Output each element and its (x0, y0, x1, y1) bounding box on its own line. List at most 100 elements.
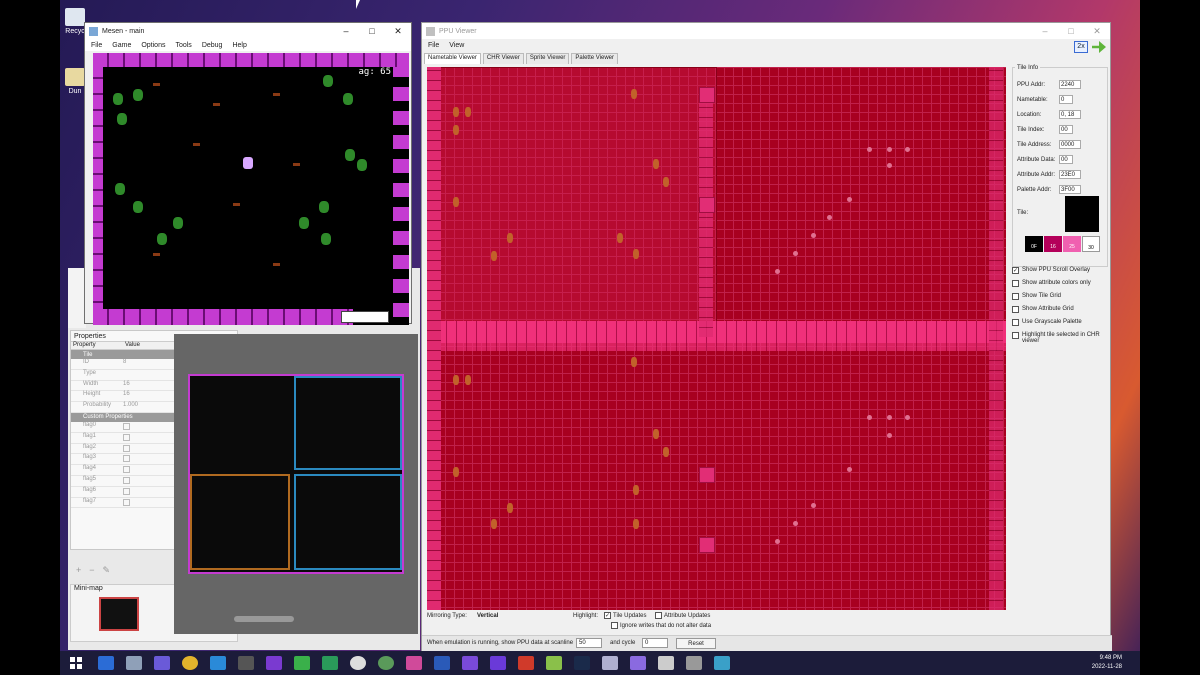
menu-view[interactable]: View (449, 42, 464, 49)
github-desktop-icon[interactable] (462, 656, 478, 670)
map-room-quadrant (294, 474, 402, 570)
flag-checkbox[interactable] (123, 422, 130, 430)
remove-property-icon[interactable]: − (89, 565, 94, 575)
checkbox[interactable] (1012, 306, 1019, 313)
mirroring-label: Mirroring Type: (427, 613, 467, 619)
game-wall (93, 53, 409, 67)
notepad-icon[interactable] (658, 656, 674, 670)
reset-button[interactable]: Reset (676, 638, 716, 649)
word-icon[interactable] (434, 656, 450, 670)
flag-checkbox[interactable] (123, 466, 130, 474)
mesen-title: Mesen - main (102, 27, 145, 35)
file-explorer-icon[interactable] (126, 656, 142, 670)
steam-icon[interactable] (350, 656, 366, 670)
flag-checkbox[interactable] (123, 498, 130, 506)
chrome-icon[interactable] (182, 656, 198, 670)
option-use-grayscale-palette[interactable]: Use Grayscale Palette (1012, 319, 1108, 332)
photos-icon[interactable] (714, 656, 730, 670)
calculator-icon[interactable] (686, 656, 702, 670)
letterbox-right (1140, 0, 1200, 675)
menu-debug[interactable]: Debug (202, 42, 223, 49)
menu-file[interactable]: File (428, 42, 439, 49)
edit-property-icon[interactable]: ✎ (103, 565, 111, 576)
checkbox[interactable] (1012, 319, 1019, 326)
add-property-icon[interactable]: + (76, 565, 81, 575)
menu-options[interactable]: Options (141, 42, 165, 49)
vscode-icon[interactable] (210, 656, 226, 670)
minimize-icon[interactable]: – (1032, 26, 1058, 37)
mirroring-value: Vertical (477, 613, 499, 619)
close-icon[interactable]: ✕ (1084, 26, 1110, 37)
maximize-icon[interactable]: □ (359, 26, 385, 37)
system-clock[interactable]: 9:48 PM 2022-11-28 (1092, 654, 1122, 672)
terminal-icon[interactable] (294, 656, 310, 670)
bush-sprite (323, 75, 333, 87)
excel-icon[interactable] (322, 656, 338, 670)
menu-game[interactable]: Game (112, 42, 131, 49)
flag-checkbox[interactable] (123, 444, 130, 452)
ppu-titlebar[interactable]: PPU Viewer – □ ✕ (422, 23, 1110, 39)
option-show-ppu-scroll-overlay[interactable]: ✓ Show PPU Scroll Overlay (1012, 267, 1108, 280)
checkbox[interactable] (655, 612, 662, 619)
bush-sprite (173, 217, 183, 229)
menu-help[interactable]: Help (232, 42, 246, 49)
chip-tool-icon[interactable] (238, 656, 254, 670)
outlook-icon[interactable] (98, 656, 114, 670)
teams-icon[interactable] (154, 656, 170, 670)
game-screen[interactable]: ag: 65 (93, 53, 409, 325)
windows-start-icon[interactable] (70, 657, 82, 669)
checkbox[interactable]: ✓ (1012, 267, 1019, 274)
sprout-tile (631, 357, 637, 367)
checkbox[interactable] (611, 622, 618, 629)
checkbox[interactable] (1012, 280, 1019, 287)
zoom-2x-button[interactable]: 2x (1074, 41, 1088, 53)
menu-file[interactable]: File (91, 42, 102, 49)
tab-palette-viewer[interactable]: Palette Viewer (571, 53, 618, 64)
bush-sprite (357, 159, 367, 171)
checkbox[interactable]: ✓ (604, 612, 611, 619)
scanline-input[interactable]: 50 (576, 638, 602, 648)
xbox-icon[interactable] (378, 656, 394, 670)
highlight-tile-updates[interactable]: ✓ Tile Updates (604, 612, 646, 619)
filezilla-icon[interactable] (518, 656, 534, 670)
sprout-tile (663, 177, 669, 187)
maximize-icon[interactable]: □ (1058, 26, 1084, 37)
option-show-tile-grid[interactable]: Show Tile Grid (1012, 293, 1108, 306)
visual-studio-preview-icon[interactable] (490, 656, 506, 670)
checkbox[interactable] (1012, 332, 1019, 339)
photoshop-icon[interactable] (574, 656, 590, 670)
app-icon[interactable] (630, 656, 646, 670)
option-highlight-chr-tile[interactable]: Highlight tile selected in CHR viewer (1012, 332, 1108, 352)
flag-checkbox[interactable] (123, 487, 130, 495)
clock-date: 2022-11-28 (1091, 664, 1122, 670)
tab-sprite-viewer[interactable]: Sprite Viewer (525, 53, 570, 64)
flag-checkbox[interactable] (123, 433, 130, 441)
tiled-icon[interactable] (546, 656, 562, 670)
option-show-attribute-grid[interactable]: Show Attribute Grid (1012, 306, 1108, 319)
diamond-tile (793, 521, 798, 526)
close-icon[interactable]: ✕ (385, 26, 411, 37)
visual-studio-icon[interactable] (266, 656, 282, 670)
map-canvas[interactable] (174, 334, 418, 634)
mesen-taskbar-icon[interactable] (602, 656, 618, 670)
minimize-icon[interactable]: – (333, 26, 359, 37)
flag-checkbox[interactable] (123, 476, 130, 484)
mesen-titlebar[interactable]: Mesen - main – □ ✕ (85, 23, 411, 39)
tab-nametable-viewer[interactable]: Nametable Viewer (424, 53, 481, 64)
dirt-sprite (233, 203, 240, 206)
sprout-tile (453, 197, 459, 207)
paint-icon[interactable] (406, 656, 422, 670)
tab-chr-viewer[interactable]: CHR Viewer (482, 53, 524, 64)
cycle-input[interactable]: 0 (642, 638, 668, 648)
sprout-tile (633, 485, 639, 495)
flag-checkbox[interactable] (123, 455, 130, 463)
menu-tools[interactable]: Tools (175, 42, 191, 49)
minimap-preview[interactable] (99, 597, 139, 631)
nametable-canvas[interactable] (427, 67, 1006, 610)
highlight-attribute-updates[interactable]: Attribute Updates (655, 612, 710, 619)
checkbox[interactable] (1012, 293, 1019, 300)
option-show-attribute-colors-only[interactable]: Show attribute colors only (1012, 280, 1108, 293)
col-value: Value (125, 342, 140, 348)
horizontal-scrollbar[interactable] (234, 616, 294, 622)
ignore-writes-option[interactable]: Ignore writes that do not alter data (611, 622, 711, 629)
